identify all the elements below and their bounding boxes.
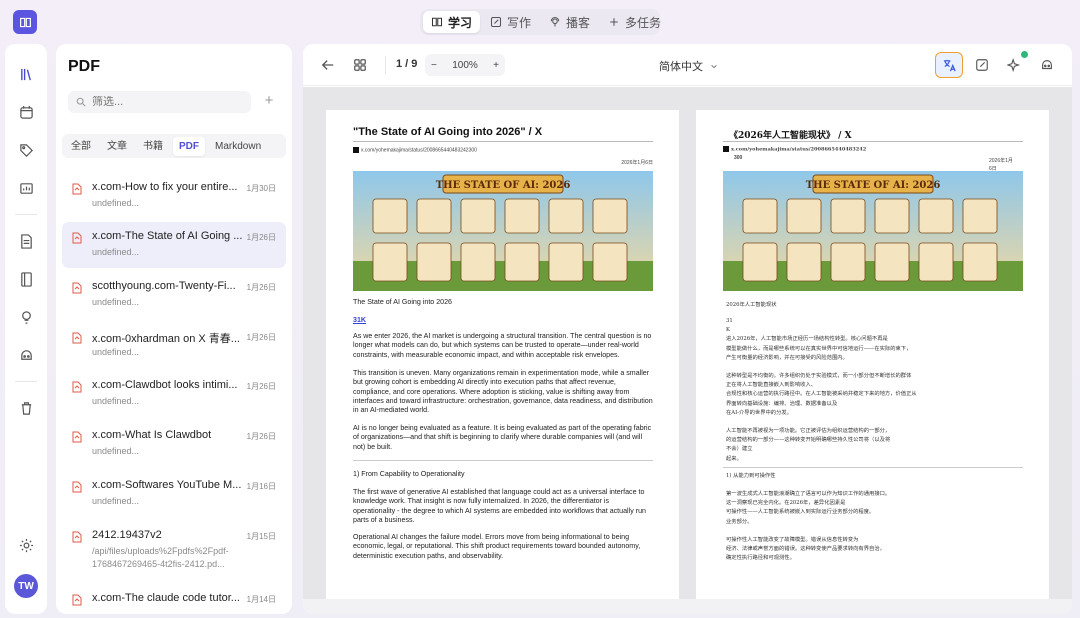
- add-button[interactable]: +: [260, 92, 278, 110]
- book-icon: [431, 17, 443, 27]
- filter-pdf[interactable]: PDF: [173, 136, 205, 156]
- icon-sidebar: TW: [5, 44, 47, 614]
- svg-text:THE STATE OF AI: 2026: THE STATE OF AI: 2026: [436, 180, 571, 191]
- tab-multitask[interactable]: 多任务: [600, 11, 669, 33]
- filter-all[interactable]: 全部: [65, 137, 97, 156]
- article-banner-image: THE STATE OF AI: 2026: [353, 171, 653, 291]
- tab-write[interactable]: 写作: [482, 11, 539, 33]
- chevron-down-icon: [711, 64, 717, 69]
- list-item[interactable]: scotthyoung.com-Twenty-Fi... 1月26日 undef…: [62, 272, 286, 318]
- x-logo-icon: [353, 147, 359, 153]
- calendar-icon[interactable]: [16, 102, 36, 122]
- x-logo-icon: [723, 146, 729, 152]
- pdf-file-icon: [72, 332, 82, 344]
- horizontal-scrollbar[interactable]: [303, 599, 1072, 614]
- language-select[interactable]: 简体中文: [659, 58, 718, 74]
- settings-icon[interactable]: [16, 535, 36, 555]
- page-indicator[interactable]: 1 / 9: [396, 58, 417, 70]
- filter-search: [68, 91, 251, 113]
- list-item[interactable]: 2412.19437v2 1月15日 /api/files/uploads%2F…: [62, 521, 286, 571]
- list-item[interactable]: x.com-0xhardman on X 青春... 1月26日 undefin…: [62, 322, 286, 368]
- robot-icon[interactable]: [16, 345, 36, 365]
- tag-icon[interactable]: [16, 140, 36, 160]
- library-icon[interactable]: [16, 64, 36, 84]
- lightbulb-icon[interactable]: [16, 307, 36, 327]
- translate-button[interactable]: [935, 52, 963, 78]
- pdf-file-icon: [72, 381, 82, 393]
- robot-assistant-icon[interactable]: [1038, 56, 1056, 74]
- zoom-control: − 100% +: [425, 54, 505, 76]
- back-arrow-icon[interactable]: [319, 56, 337, 74]
- pages-area[interactable]: "The State of AI Going into 2026" / X x.…: [303, 87, 1072, 610]
- list-item[interactable]: x.com-Softwares YouTube M... 1月16日 undef…: [62, 471, 286, 517]
- trash-icon[interactable]: [16, 398, 36, 418]
- original-page: "The State of AI Going into 2026" / X x.…: [326, 110, 679, 610]
- pdf-file-icon: [72, 594, 82, 606]
- tab-podcast[interactable]: 播客: [541, 11, 598, 33]
- pdf-file-icon: [72, 232, 82, 244]
- book-open-icon: [19, 17, 31, 27]
- top-nav: 学习 写作 播客 多任务: [420, 9, 661, 35]
- zoom-in-button[interactable]: +: [493, 60, 499, 71]
- filter-input[interactable]: [92, 96, 242, 108]
- edit-icon[interactable]: [973, 56, 991, 74]
- list-item[interactable]: x.com-Clawdbot looks intimi... 1月26日 und…: [62, 371, 286, 417]
- pdf-file-icon: [72, 531, 82, 543]
- filter-books[interactable]: 书籍: [137, 137, 169, 156]
- user-avatar[interactable]: TW: [14, 574, 38, 598]
- document-list-panel: PDF + 全部 文章 书籍 PDF Markdown x.com-How to…: [56, 44, 292, 614]
- translated-page: 《2026年人工智能现状》 / X x.com/yohemakajima/sta…: [696, 110, 1049, 610]
- status-dot: [1021, 51, 1028, 58]
- search-icon: [76, 97, 86, 107]
- pen-icon: [490, 16, 502, 28]
- pdf-file-icon: [72, 183, 82, 195]
- plus-icon: [610, 18, 618, 26]
- zoom-level: 100%: [452, 59, 478, 71]
- notebook-icon[interactable]: [16, 269, 36, 289]
- likes-link[interactable]: 31K: [353, 316, 653, 325]
- podcast-icon: [550, 16, 560, 27]
- panel-title: PDF: [68, 58, 100, 75]
- viewer-toolbar: 1 / 9 − 100% + 简体中文: [303, 44, 1072, 86]
- translate-icon: [943, 59, 956, 71]
- chart-icon[interactable]: [16, 178, 36, 198]
- pdf-viewer: 1 / 9 − 100% + 简体中文 "The State of AI Goi…: [303, 44, 1072, 614]
- pdf-file-icon: [72, 481, 82, 493]
- pdf-file-icon: [72, 282, 82, 294]
- pdf-file-icon: [72, 431, 82, 443]
- list-item[interactable]: x.com-The claude code tutor... 1月14日: [62, 584, 286, 614]
- list-item[interactable]: x.com-What Is Clawdbot 1月26日 undefined..…: [62, 421, 286, 467]
- svg-text:THE STATE OF AI: 2026: THE STATE OF AI: 2026: [806, 180, 941, 191]
- tab-learn[interactable]: 学习: [423, 11, 481, 33]
- type-filter-tabs: 全部 文章 书籍 PDF Markdown: [62, 134, 286, 158]
- zoom-out-button[interactable]: −: [431, 60, 437, 71]
- app-logo[interactable]: [13, 10, 37, 34]
- list-item-selected[interactable]: x.com-The State of AI Going ... 1月26日 un…: [62, 222, 286, 268]
- document-icon[interactable]: [16, 231, 36, 251]
- filter-articles[interactable]: 文章: [101, 137, 133, 156]
- sparkle-icon[interactable]: [1005, 56, 1023, 74]
- filter-markdown[interactable]: Markdown: [209, 137, 267, 156]
- article-banner-image: THE STATE OF AI: 2026: [723, 171, 1023, 291]
- list-item[interactable]: x.com-How to fix your entire... 1月30日 un…: [62, 173, 286, 219]
- grid-view-icon[interactable]: [351, 56, 369, 74]
